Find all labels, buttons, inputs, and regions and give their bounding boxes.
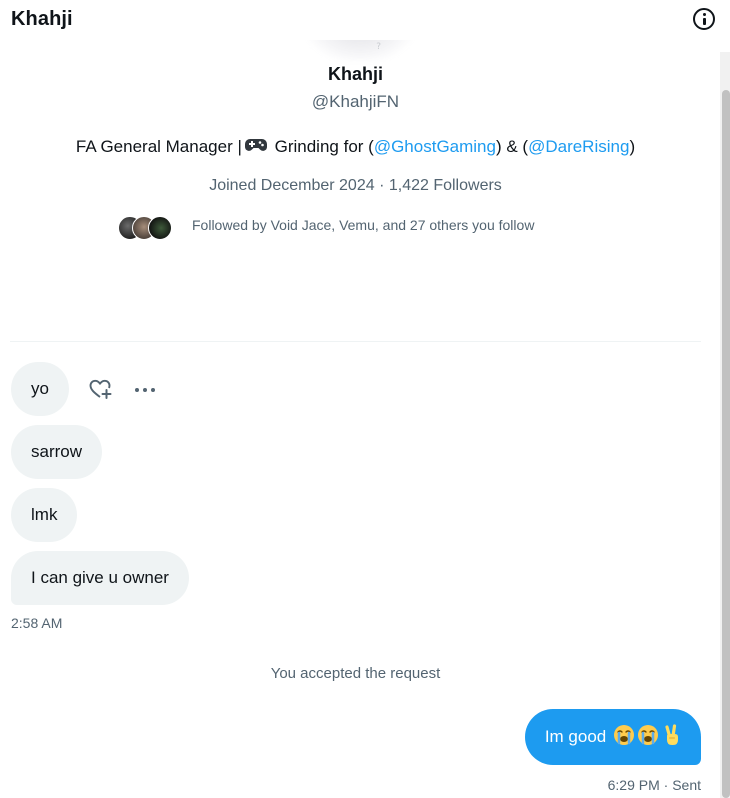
message-bubble-received[interactable]: yo (11, 362, 69, 416)
message-bubble-received[interactable]: I can give u owner (11, 551, 189, 605)
bio-link-darerising[interactable]: @DareRising (528, 137, 629, 156)
loudly-crying-face-icon (614, 725, 634, 745)
loudly-crying-face-icon (638, 725, 658, 745)
bio-text-between: ) & ( (495, 137, 529, 156)
sent-message-text: Im good (544, 727, 607, 746)
info-icon-dot (703, 13, 706, 16)
message-status: 6:29 PM · Sent (607, 777, 701, 793)
scrollbar-thumb[interactable] (722, 90, 730, 798)
message-bubble-received[interactable]: sarrow (11, 425, 103, 479)
divider (10, 341, 701, 342)
victory-hand-icon (665, 724, 678, 745)
info-icon-bar (703, 18, 706, 25)
followed-by-text: Followed by Void Jace, Vemu, and 27 othe… (192, 217, 535, 233)
avatar-mark: ? (376, 42, 381, 52)
heart-plus-icon[interactable] (88, 377, 112, 401)
more-icon[interactable] (134, 387, 156, 393)
info-icon[interactable] (693, 8, 715, 30)
bio-text-suffix: ) (629, 137, 636, 156)
gamepad-icon (244, 139, 267, 151)
follower-avatar-3 (148, 216, 172, 240)
profile-bio: FA General Manager | Grinding for (@Ghos… (0, 136, 711, 157)
profile-meta: Joined December 2024 · 1,422 Followers (209, 177, 502, 194)
message-bubble-received[interactable]: lmk (11, 488, 78, 542)
bio-link-ghostgaming[interactable]: @GhostGaming (374, 137, 496, 156)
bio-text-prefix: FA General Manager | (75, 137, 242, 156)
profile-name[interactable]: Khahji (0, 64, 711, 85)
message-bubble-sent[interactable]: Im good (524, 709, 701, 765)
bio-text-middle: Grinding for ( (269, 137, 374, 156)
message-timestamp: 2:58 AM (11, 615, 63, 631)
system-message: You accepted the request (270, 665, 441, 682)
profile-handle[interactable]: @KhahjiFN (0, 92, 711, 112)
conversation-title: Khahji (11, 8, 73, 30)
dm-conversation: Khahji ? Khahji @KhahjiFN FA General Man… (0, 0, 730, 798)
conversation-header: Khahji (0, 0, 730, 40)
